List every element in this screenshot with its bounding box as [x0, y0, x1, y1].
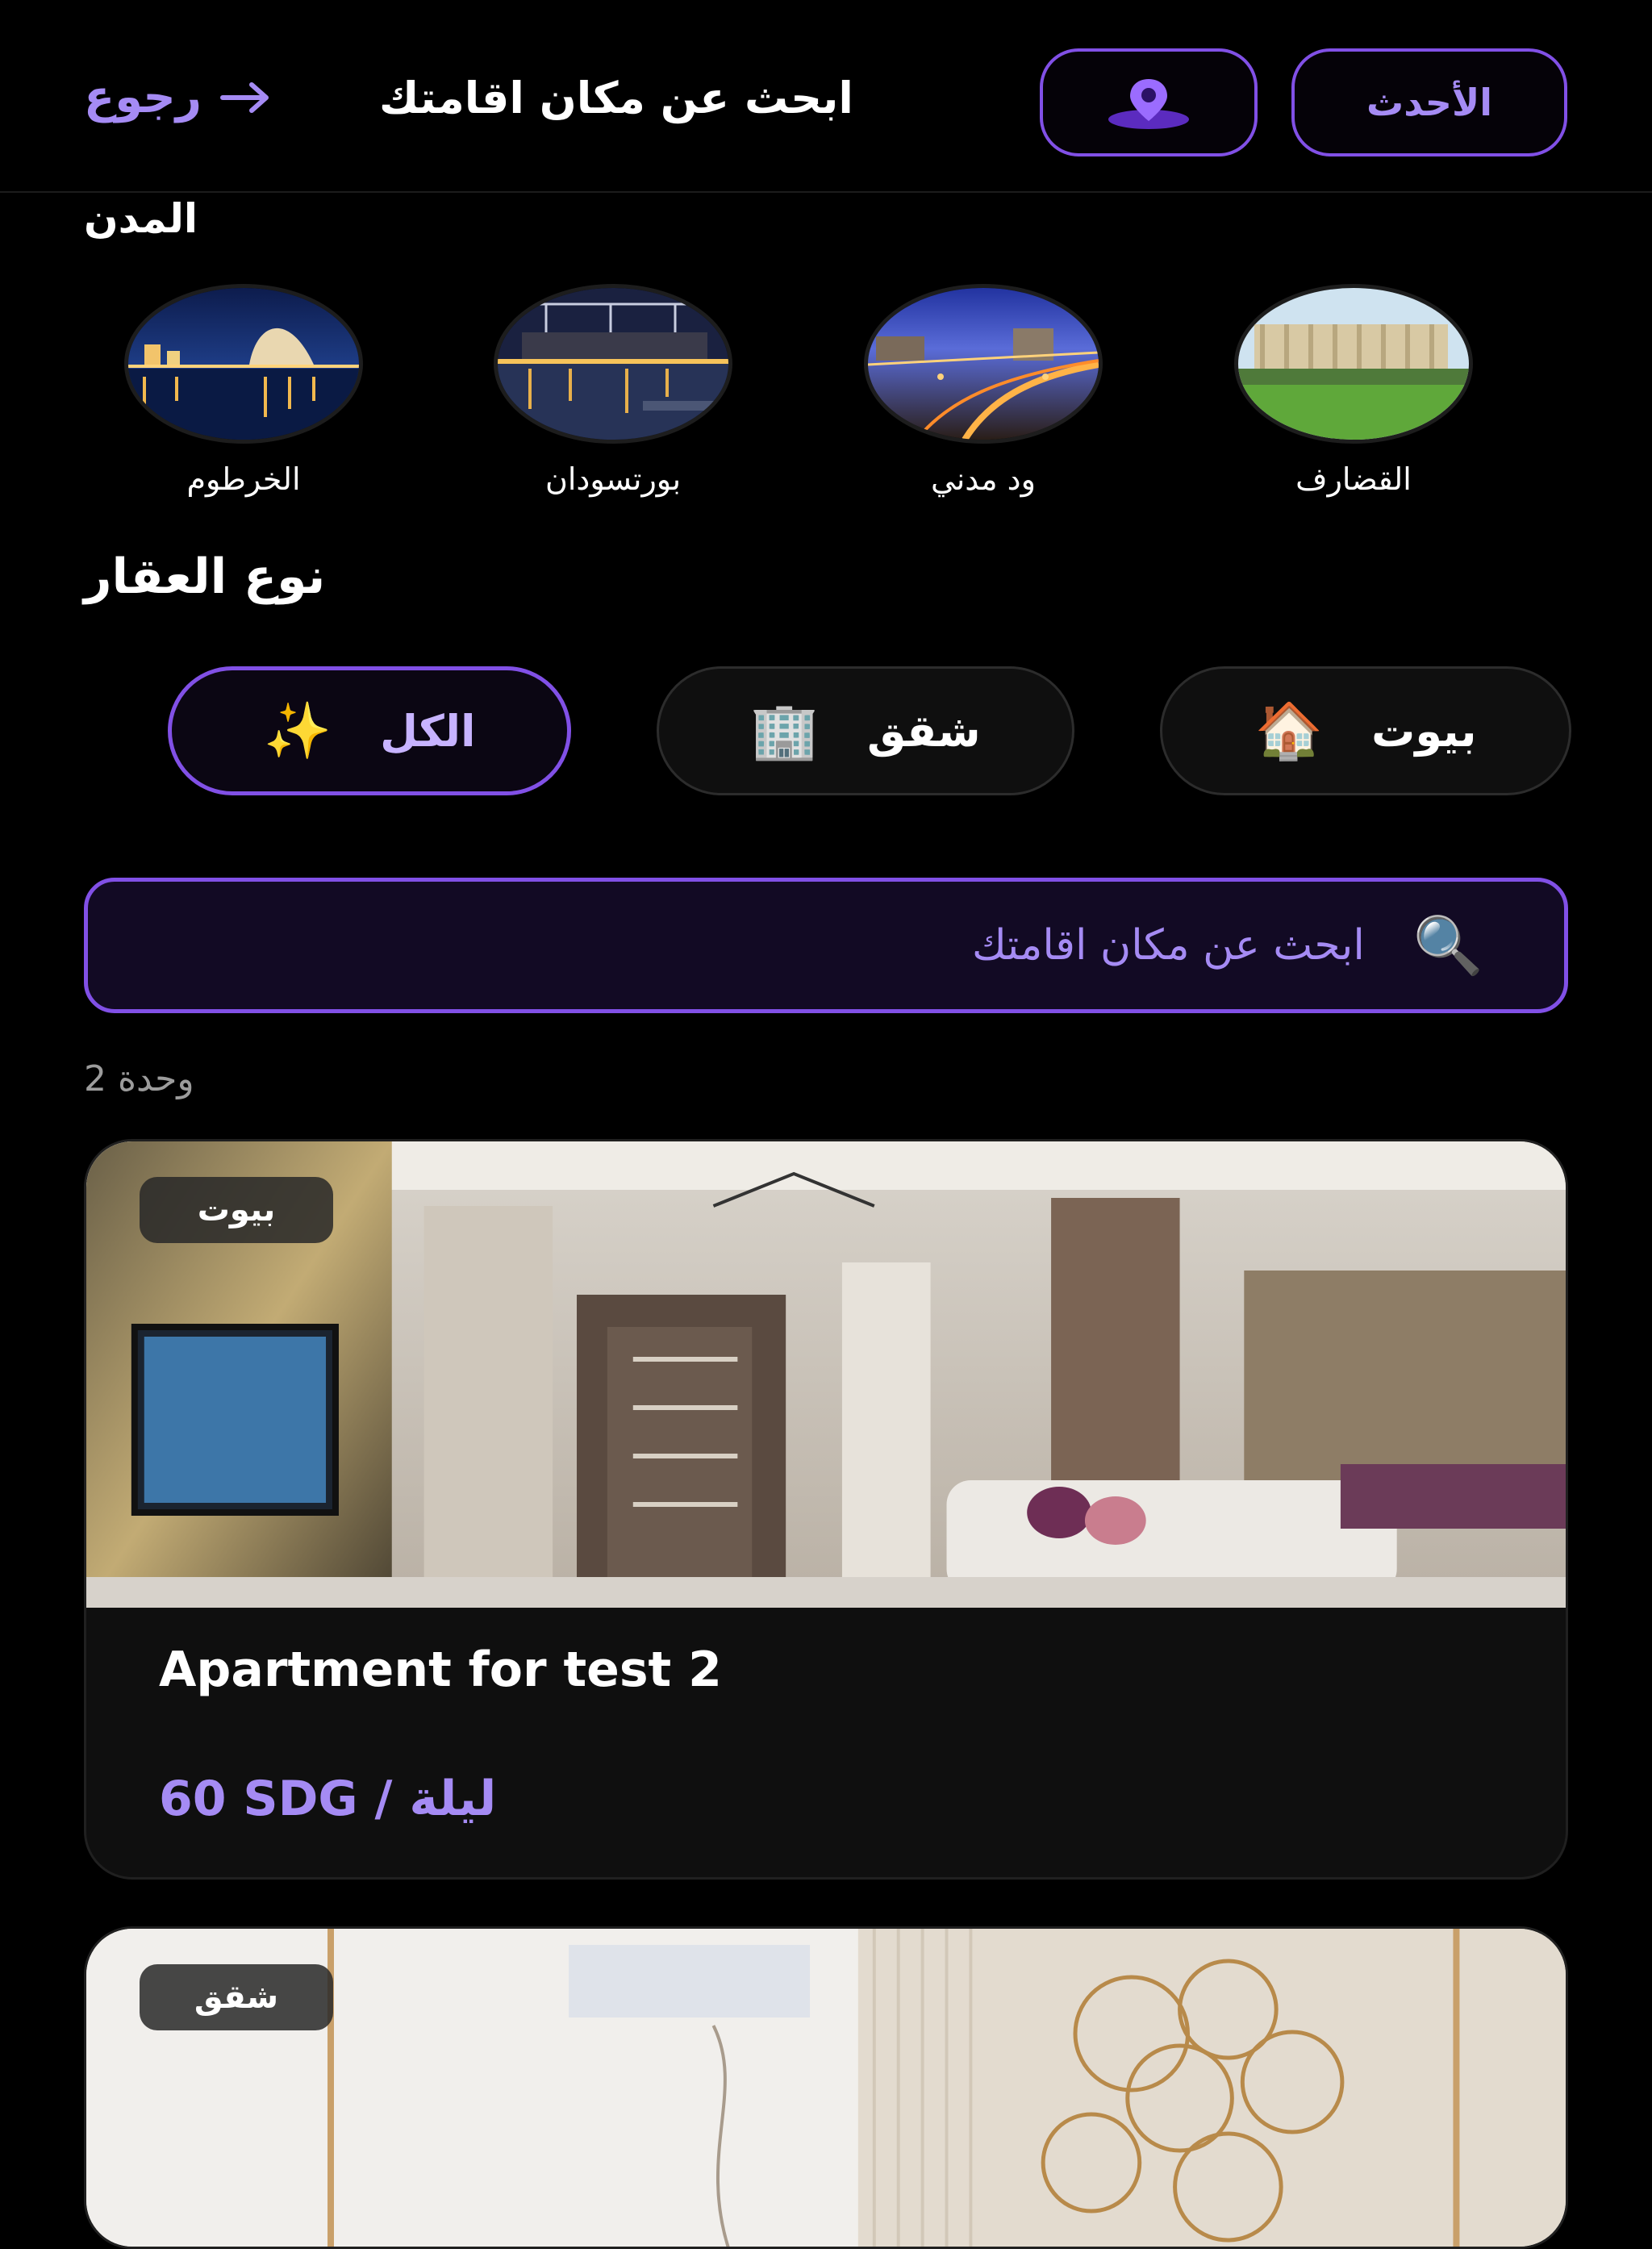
chip-label: شقق: [867, 705, 981, 757]
search-placeholder: ابحث عن مكان اقامتك: [971, 921, 1365, 970]
city-label: ود مدني: [931, 461, 1036, 497]
city-item-portsudan[interactable]: بورتسودان: [492, 284, 734, 497]
city-label: القضارف: [1295, 461, 1412, 497]
chip-label: الكل: [380, 705, 476, 757]
sparkles-icon: ✨: [263, 699, 332, 763]
back-label: رجوع: [84, 71, 202, 123]
page-title: ابحث عن مكان اقامتك: [379, 73, 853, 123]
property-type-chip-houses[interactable]: بيوت 🏠: [1160, 666, 1571, 795]
back-button[interactable]: رجوع: [84, 71, 271, 123]
cities-section-title: المدن: [84, 195, 198, 242]
city-label: الخرطوم: [186, 461, 301, 497]
search-icon: 🔍: [1412, 912, 1483, 978]
listing-card[interactable]: بيوت Apartment for test 2 60 SDG / ليلة: [84, 1139, 1568, 1880]
results-count: 2 وحدة: [84, 1058, 194, 1099]
house-icon: 🏠: [1254, 699, 1324, 763]
city-image: [1234, 284, 1473, 444]
listing-card[interactable]: شقق: [84, 1926, 1568, 2249]
city-item-gedaref[interactable]: القضارف: [1233, 284, 1475, 497]
search-input[interactable]: 🔍 ابحث عن مكان اقامتك: [84, 878, 1568, 1013]
city-image: [494, 284, 732, 444]
property-type-chip-all[interactable]: الكل ✨: [168, 666, 571, 795]
listing-price: 60 SDG / ليلة: [159, 1771, 497, 1827]
map-pin-icon: [1108, 79, 1189, 129]
top-bar: رجوع ابحث عن مكان اقامتك الأحدث: [0, 0, 1652, 193]
city-image: [124, 284, 363, 444]
city-label: بورتسودان: [544, 461, 682, 497]
city-item-wadmadani[interactable]: ود مدني: [862, 284, 1104, 497]
city-item-khartoum[interactable]: الخرطوم: [123, 284, 365, 497]
chip-label: بيوت: [1371, 705, 1477, 757]
property-type-badge: بيوت: [140, 1177, 333, 1243]
building-icon: 🏢: [750, 699, 820, 763]
property-type-chip-apartments[interactable]: شقق 🏢: [657, 666, 1074, 795]
property-type-section-title: نوع العقار: [84, 549, 326, 605]
arrow-right-icon: [219, 81, 269, 113]
latest-sort-button[interactable]: الأحدث: [1291, 48, 1567, 156]
listing-title: Apartment for test 2: [159, 1642, 722, 1698]
property-type-badge: شقق: [140, 1964, 333, 2030]
map-button[interactable]: [1040, 48, 1258, 156]
city-image: [864, 284, 1103, 444]
